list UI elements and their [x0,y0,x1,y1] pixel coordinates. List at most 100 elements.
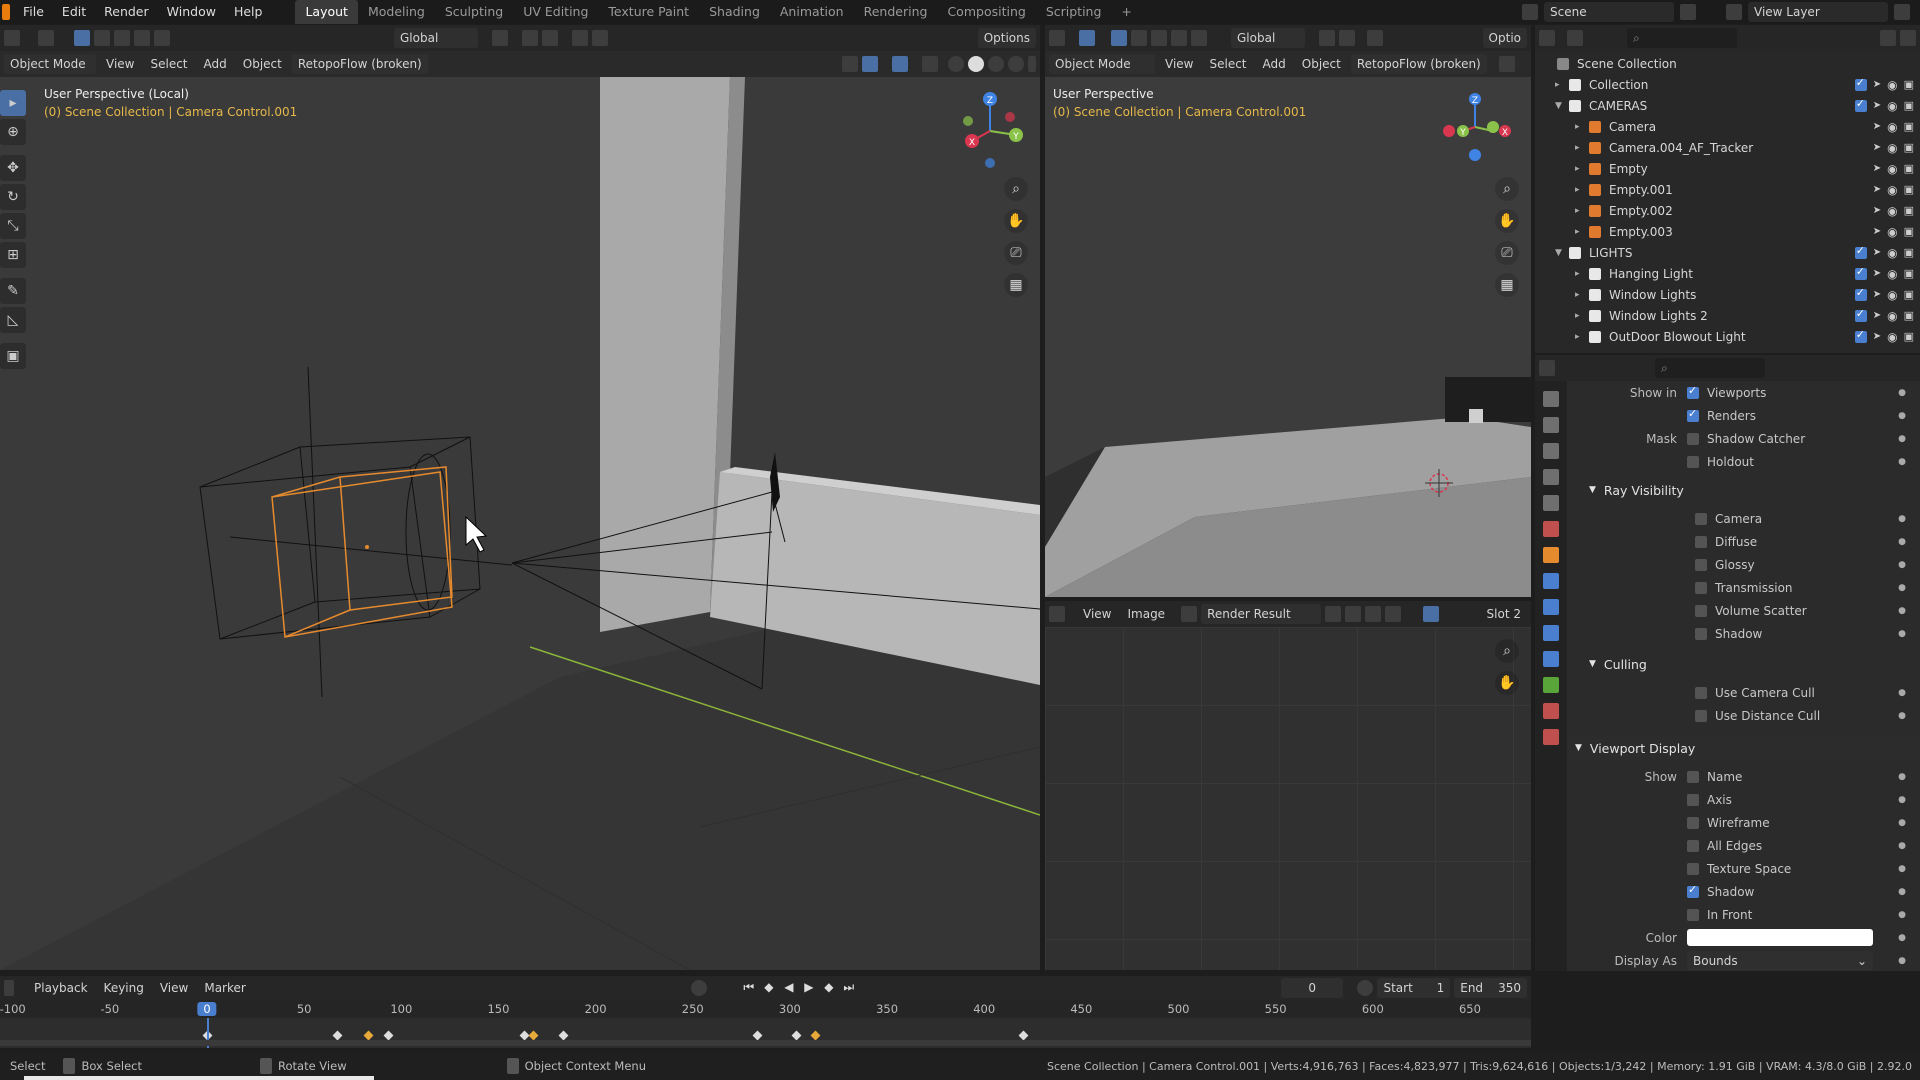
menu-render[interactable]: Render [95,0,158,24]
proportional-edit-icon[interactable] [1367,30,1383,46]
outliner-row[interactable]: ▸ Empty.001 ➤ ◉ ▣ [1535,179,1920,200]
keyframe-marker[interactable] [791,1030,802,1041]
mask-holdout[interactable]: Holdout ● [1567,450,1920,473]
display-mode-icon[interactable] [1567,30,1583,46]
timeline-menu-playback[interactable]: Playback [28,981,94,995]
image-editor-canvas[interactable]: ⌕ ✋ [1045,627,1531,970]
options-dropdown[interactable]: Options [977,28,1036,48]
select-mode-extend-icon[interactable] [94,30,110,46]
exclude-checkbox[interactable] [1854,97,1867,112]
render-camera-icon[interactable]: ▣ [1904,330,1914,343]
end-frame-field[interactable]: End 350 [1454,978,1527,998]
outliner-search-input[interactable]: ⌕ [1627,28,1737,48]
checkbox[interactable] [1687,407,1699,422]
add-workspace-button[interactable]: + [1111,0,1141,24]
culling-section[interactable]: ▼ Culling [1567,651,1920,677]
animate-property-dot[interactable]: ● [1898,818,1906,828]
selectable-arrow-icon[interactable]: ➤ [1873,184,1881,195]
outliner-row[interactable]: ▸ Empty ➤ ◉ ▣ [1535,158,1920,179]
ray-visibility-section[interactable]: ▼ Ray Visibility [1567,477,1920,503]
keyframe-marker[interactable] [383,1030,394,1041]
animate-property-dot[interactable]: ● [1898,514,1906,524]
render-tab-icon[interactable] [1543,417,1559,433]
zoom-icon[interactable]: ⌕ [1495,177,1519,201]
eye-icon[interactable]: ◉ [1887,246,1897,260]
tab-modeling[interactable]: Modeling [358,0,435,24]
cursor-tool-icon[interactable]: ⊕ [0,119,26,145]
image-menu-view[interactable]: View [1077,607,1117,621]
collapsed-arrow-icon[interactable]: ▸ [1575,311,1587,321]
image-name-field[interactable]: Render Result [1201,604,1322,624]
image-browse-icon[interactable] [1181,606,1198,622]
proportional-edit-icon[interactable] [572,30,588,46]
render-camera-icon[interactable]: ▣ [1904,183,1914,196]
new-scene-icon[interactable] [1680,4,1696,20]
move-tool-icon[interactable]: ✥ [0,155,26,181]
checkbox[interactable] [1695,604,1707,617]
retopoflow-menu[interactable]: RetopoFlow (broken) [1350,54,1487,74]
render-camera-icon[interactable]: ▣ [1904,267,1914,280]
render-camera-icon[interactable]: ▣ [1904,288,1914,301]
expanded-arrow-icon[interactable]: ▼ [1555,248,1567,258]
select-box-tool-icon[interactable]: ▸ [0,90,26,116]
display-as-dropdown[interactable]: Bounds ⌄ [1687,950,1873,971]
falloff-icon[interactable] [592,30,608,46]
eye-icon[interactable]: ◉ [1887,162,1897,176]
menu-edit[interactable]: Edit [53,0,95,24]
checkbox[interactable] [1695,581,1707,594]
eye-icon[interactable]: ◉ [1887,309,1897,323]
show-in-viewports[interactable]: Show in Viewports ● [1567,381,1920,404]
eye-icon[interactable]: ◉ [1887,78,1897,92]
selectable-arrow-icon[interactable]: ➤ [1873,289,1881,300]
menu-file[interactable]: File [14,0,53,24]
selectable-arrow-icon[interactable]: ➤ [1873,331,1881,342]
animate-property-dot[interactable]: ● [1898,606,1906,616]
eye-icon[interactable]: ◉ [1887,204,1897,218]
select-tool-icon[interactable] [1079,30,1095,46]
tab-layout[interactable]: Layout [295,0,358,24]
render-camera-icon[interactable]: ▣ [1904,120,1914,133]
modifier-tab-icon[interactable] [1543,573,1559,589]
viewport-display-section[interactable]: ▼ Viewport Display [1567,735,1920,761]
viewport-display-item[interactable]: Texture Space ● [1567,857,1920,880]
pan-hand-icon[interactable]: ✋ [1495,671,1519,695]
tab-scripting[interactable]: Scripting [1036,0,1112,24]
transform-orientation-dropdown[interactable]: Global [394,28,478,48]
collapsed-arrow-icon[interactable]: ▸ [1575,227,1587,237]
selectable-arrow-icon[interactable]: ➤ [1873,268,1881,279]
new-view-layer-icon[interactable] [1894,4,1910,20]
collapsed-arrow-icon[interactable]: ▸ [1575,164,1587,174]
tab-uv-editing[interactable]: UV Editing [513,0,598,24]
render-camera-icon[interactable]: ▣ [1904,99,1914,112]
checkbox[interactable] [1695,709,1707,722]
outliner-row[interactable]: ▸ Window Lights 2 ➤ ◉ ▣ [1535,305,1920,326]
checkbox[interactable] [1695,535,1707,548]
editor-type-icon[interactable] [4,980,14,996]
collapsed-arrow-icon[interactable]: ▸ [1555,80,1567,90]
ortho-grid-icon[interactable]: ▦ [1004,273,1028,297]
zoom-icon[interactable]: ⌕ [1004,177,1028,201]
animate-property-dot[interactable]: ● [1898,887,1906,897]
new-image-icon[interactable] [1345,606,1362,622]
material-tab-icon[interactable] [1543,703,1559,719]
shading-options-icon[interactable] [1028,56,1036,72]
camera-view-icon[interactable]: ⎚ [1495,241,1519,265]
show-in-renders[interactable]: Renders ● [1567,404,1920,427]
viewport-display-item[interactable]: Axis ● [1567,788,1920,811]
checkbox[interactable] [1695,558,1707,571]
close-icon[interactable] [1385,606,1402,622]
eye-icon[interactable]: ◉ [1887,183,1897,197]
viewport-display-item[interactable]: All Edges ● [1567,834,1920,857]
select-mode-new-icon[interactable] [1111,30,1127,46]
select-mode-new-icon[interactable] [74,30,90,46]
outliner-row[interactable]: ▸ Empty.002 ➤ ◉ ▣ [1535,200,1920,221]
collapsed-arrow-icon[interactable]: ▸ [1575,269,1587,279]
add-cube-tool-icon[interactable]: ▣ [0,343,26,369]
collapsed-arrow-icon[interactable]: ▸ [1575,122,1587,132]
particles-tab-icon[interactable] [1543,599,1559,615]
exclude-checkbox[interactable] [1854,307,1867,322]
viewport-menu-add[interactable]: Add [1257,57,1292,71]
prev-keyframe-icon[interactable]: ◆ [761,980,777,996]
scene-tab-icon[interactable] [1543,495,1559,511]
exclude-checkbox[interactable] [1854,76,1867,91]
